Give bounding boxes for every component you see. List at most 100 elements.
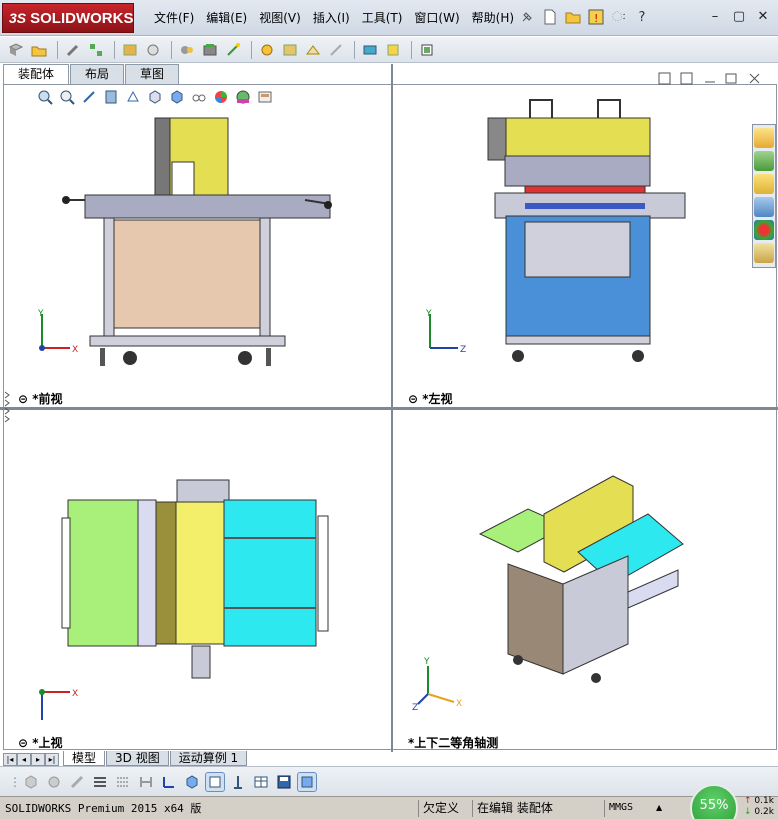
grip-icon: ⋮: [9, 774, 21, 789]
first-tab-icon[interactable]: |◂: [3, 753, 17, 766]
grid-icon[interactable]: [113, 772, 133, 792]
pane-collapse-arrows[interactable]: [4, 390, 12, 429]
show-hidden-icon[interactable]: [177, 40, 197, 60]
tab-layout[interactable]: 布局: [70, 64, 125, 84]
save-view-icon[interactable]: [274, 772, 294, 792]
linear-pattern-icon[interactable]: [86, 40, 106, 60]
close-button[interactable]: ✕: [754, 8, 772, 26]
top-view-label: ⊝ *上视: [18, 734, 63, 751]
menu-insert[interactable]: 插入(I): [307, 9, 356, 27]
left-view-triad: Y Z: [422, 308, 472, 361]
menu-edit[interactable]: 编辑(E): [200, 9, 253, 27]
new-motion-study-icon[interactable]: [257, 40, 277, 60]
trimetric-view-icon[interactable]: [205, 771, 225, 792]
restore-button[interactable]: ▢: [730, 8, 748, 26]
interference-detection-icon[interactable]: [360, 40, 380, 60]
bill-of-materials-icon[interactable]: [280, 40, 300, 60]
front-view-machine[interactable]: [60, 100, 340, 375]
top-view-triad: X: [34, 684, 84, 732]
title-bar: 3S SOLIDWORKS 文件(F) 编辑(E) 视图(V) 插入(I) 工具…: [0, 0, 778, 36]
menu-bar: 文件(F) 编辑(E) 视图(V) 插入(I) 工具(T) 窗口(W) 帮助(H…: [148, 9, 520, 27]
options-icon[interactable]: ઃ: [610, 8, 628, 26]
tab-model[interactable]: 模型: [63, 751, 106, 766]
solidworks-window: 3S SOLIDWORKS 文件(F) 编辑(E) 视图(V) 插入(I) 工具…: [0, 0, 778, 819]
product-version: SOLIDWORKS Premium 2015 x64 版: [5, 802, 202, 815]
menu-tools[interactable]: 工具(T): [356, 9, 409, 27]
mate-icon[interactable]: [63, 40, 83, 60]
assembly-icon[interactable]: [6, 40, 26, 60]
part-icon[interactable]: [21, 772, 41, 792]
assembly-doc-icon[interactable]: [44, 772, 64, 792]
left-view-label: ⊝ *左视: [408, 390, 453, 407]
move-component-icon[interactable]: [143, 40, 163, 60]
top-view-name: *上视: [32, 736, 63, 750]
view-palette-icon[interactable]: [754, 197, 774, 217]
iso-view-machine[interactable]: [478, 474, 693, 692]
unit-caret-icon[interactable]: ▲: [652, 800, 666, 817]
separator: [354, 40, 355, 59]
tab-motion-study-1[interactable]: 运动算例 1: [169, 751, 248, 766]
separator: [411, 40, 412, 59]
front-view-triad: Y X: [34, 308, 84, 361]
minimize-button[interactable]: –: [706, 8, 724, 26]
iso-axis-x: X: [456, 699, 462, 709]
smart-fasteners-icon[interactable]: [120, 40, 140, 60]
solidworks-resources-icon[interactable]: [754, 128, 774, 148]
exploded-view-icon[interactable]: [303, 40, 323, 60]
front-axis-y: Y: [37, 309, 44, 319]
last-tab-icon[interactable]: ▸|: [45, 753, 59, 766]
solidworks-logo[interactable]: 3S SOLIDWORKS: [2, 3, 134, 33]
shaded-view-icon[interactable]: [297, 771, 317, 792]
table-icon[interactable]: [251, 772, 271, 792]
unit-system[interactable]: MMGS: [604, 800, 637, 817]
motion-toolbar: ⋮: [0, 766, 778, 796]
editing-status: 在编辑 装配体: [472, 800, 557, 817]
ds-logo-mark: 3S: [9, 10, 27, 26]
menu-file[interactable]: 文件(F): [148, 9, 200, 27]
menu-help[interactable]: 帮助(H): [466, 9, 520, 27]
origin-icon[interactable]: [159, 772, 179, 792]
next-tab-icon[interactable]: ▸: [31, 753, 45, 766]
viewport-horizontal-splitter[interactable]: [0, 407, 778, 410]
separator: [114, 40, 115, 59]
assembly-features-icon[interactable]: [200, 40, 220, 60]
view-link-icon: ⊝: [18, 736, 33, 750]
left-view-name: *左视: [422, 392, 453, 406]
reference-geometry-icon[interactable]: [223, 40, 243, 60]
download-rate: ↓ 0.2k: [744, 807, 774, 817]
tab-sketch[interactable]: 草图: [125, 64, 180, 84]
command-toolbar: [0, 37, 778, 63]
top-view-machine[interactable]: [60, 478, 335, 691]
new-document-icon[interactable]: [541, 8, 559, 26]
menu-view[interactable]: 视图(V): [253, 9, 307, 27]
front-view-label: ⊝ *前视: [18, 390, 63, 407]
iso-axis-y: Y: [423, 657, 430, 667]
drawing-icon[interactable]: [67, 772, 87, 792]
instant3d-icon[interactable]: [417, 40, 437, 60]
list-icon[interactable]: [90, 772, 110, 792]
view-cube-icon[interactable]: [182, 772, 202, 792]
view-link-icon: ⊝: [18, 392, 33, 406]
file-explorer-icon[interactable]: [754, 174, 774, 194]
zoom-to-fit-icon[interactable]: [36, 88, 54, 106]
insert-component-icon[interactable]: [29, 40, 49, 60]
relations-icon[interactable]: [136, 772, 156, 792]
iso-axis-z: Z: [412, 703, 418, 711]
clearance-verification-icon[interactable]: [383, 40, 403, 60]
tab-3d-views[interactable]: 3D 视图: [106, 751, 169, 766]
pin-icon[interactable]: [518, 8, 536, 26]
separator: [171, 40, 172, 59]
open-folder-icon[interactable]: [564, 8, 582, 26]
left-axis-z: Z: [460, 345, 466, 355]
explode-line-sketch-icon[interactable]: [326, 40, 346, 60]
help-icon[interactable]: ?: [633, 8, 651, 26]
menu-window[interactable]: 窗口(W): [408, 9, 465, 27]
custom-properties-icon[interactable]: [754, 243, 774, 263]
left-view-machine[interactable]: [480, 98, 690, 376]
prev-tab-icon[interactable]: ◂: [17, 753, 31, 766]
rebuild-warning-icon[interactable]: !: [587, 8, 605, 26]
appearances-icon[interactable]: [754, 220, 774, 240]
normal-to-icon[interactable]: [228, 772, 248, 792]
design-library-icon[interactable]: [754, 151, 774, 171]
tab-assembly[interactable]: 装配体: [3, 64, 70, 84]
